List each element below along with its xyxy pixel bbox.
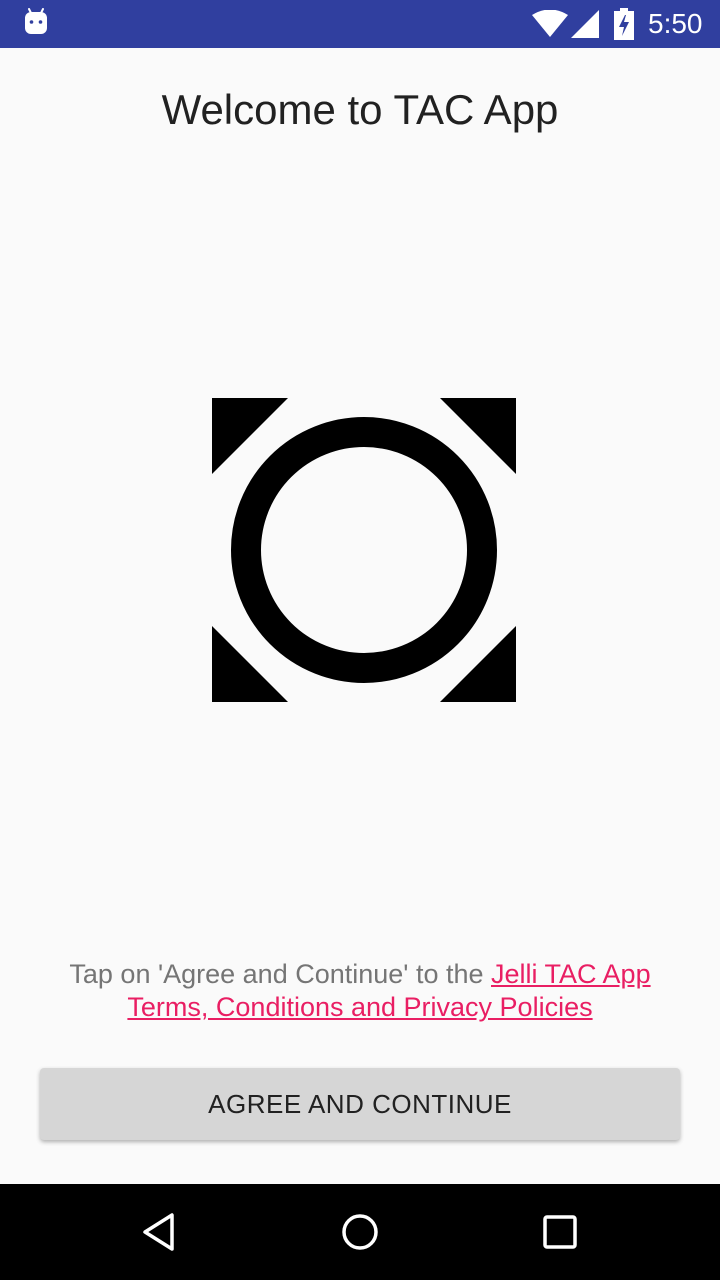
back-button[interactable] xyxy=(136,1208,184,1256)
battery-charging-icon xyxy=(614,8,634,40)
home-button[interactable] xyxy=(336,1208,384,1256)
signal-icon xyxy=(571,10,599,38)
home-icon xyxy=(342,1214,378,1250)
agree-and-continue-button[interactable]: AGREE AND CONTINUE xyxy=(40,1068,680,1140)
status-bar: 5:50 xyxy=(0,0,720,48)
recents-icon xyxy=(543,1215,577,1249)
terms-prefix: Tap on 'Agree and Continue' to the xyxy=(69,959,492,989)
android-icon xyxy=(25,8,47,34)
page-title: Welcome to TAC App xyxy=(161,86,559,133)
back-icon xyxy=(143,1213,174,1251)
clock: 5:50 xyxy=(648,8,703,39)
terms-notice: Tap on 'Agree and Continue' to the Jelli… xyxy=(40,958,680,1024)
wifi-icon xyxy=(532,10,568,37)
navigation-bar xyxy=(0,1184,720,1280)
tac-logo-icon xyxy=(212,398,516,702)
recents-button[interactable] xyxy=(536,1208,584,1256)
